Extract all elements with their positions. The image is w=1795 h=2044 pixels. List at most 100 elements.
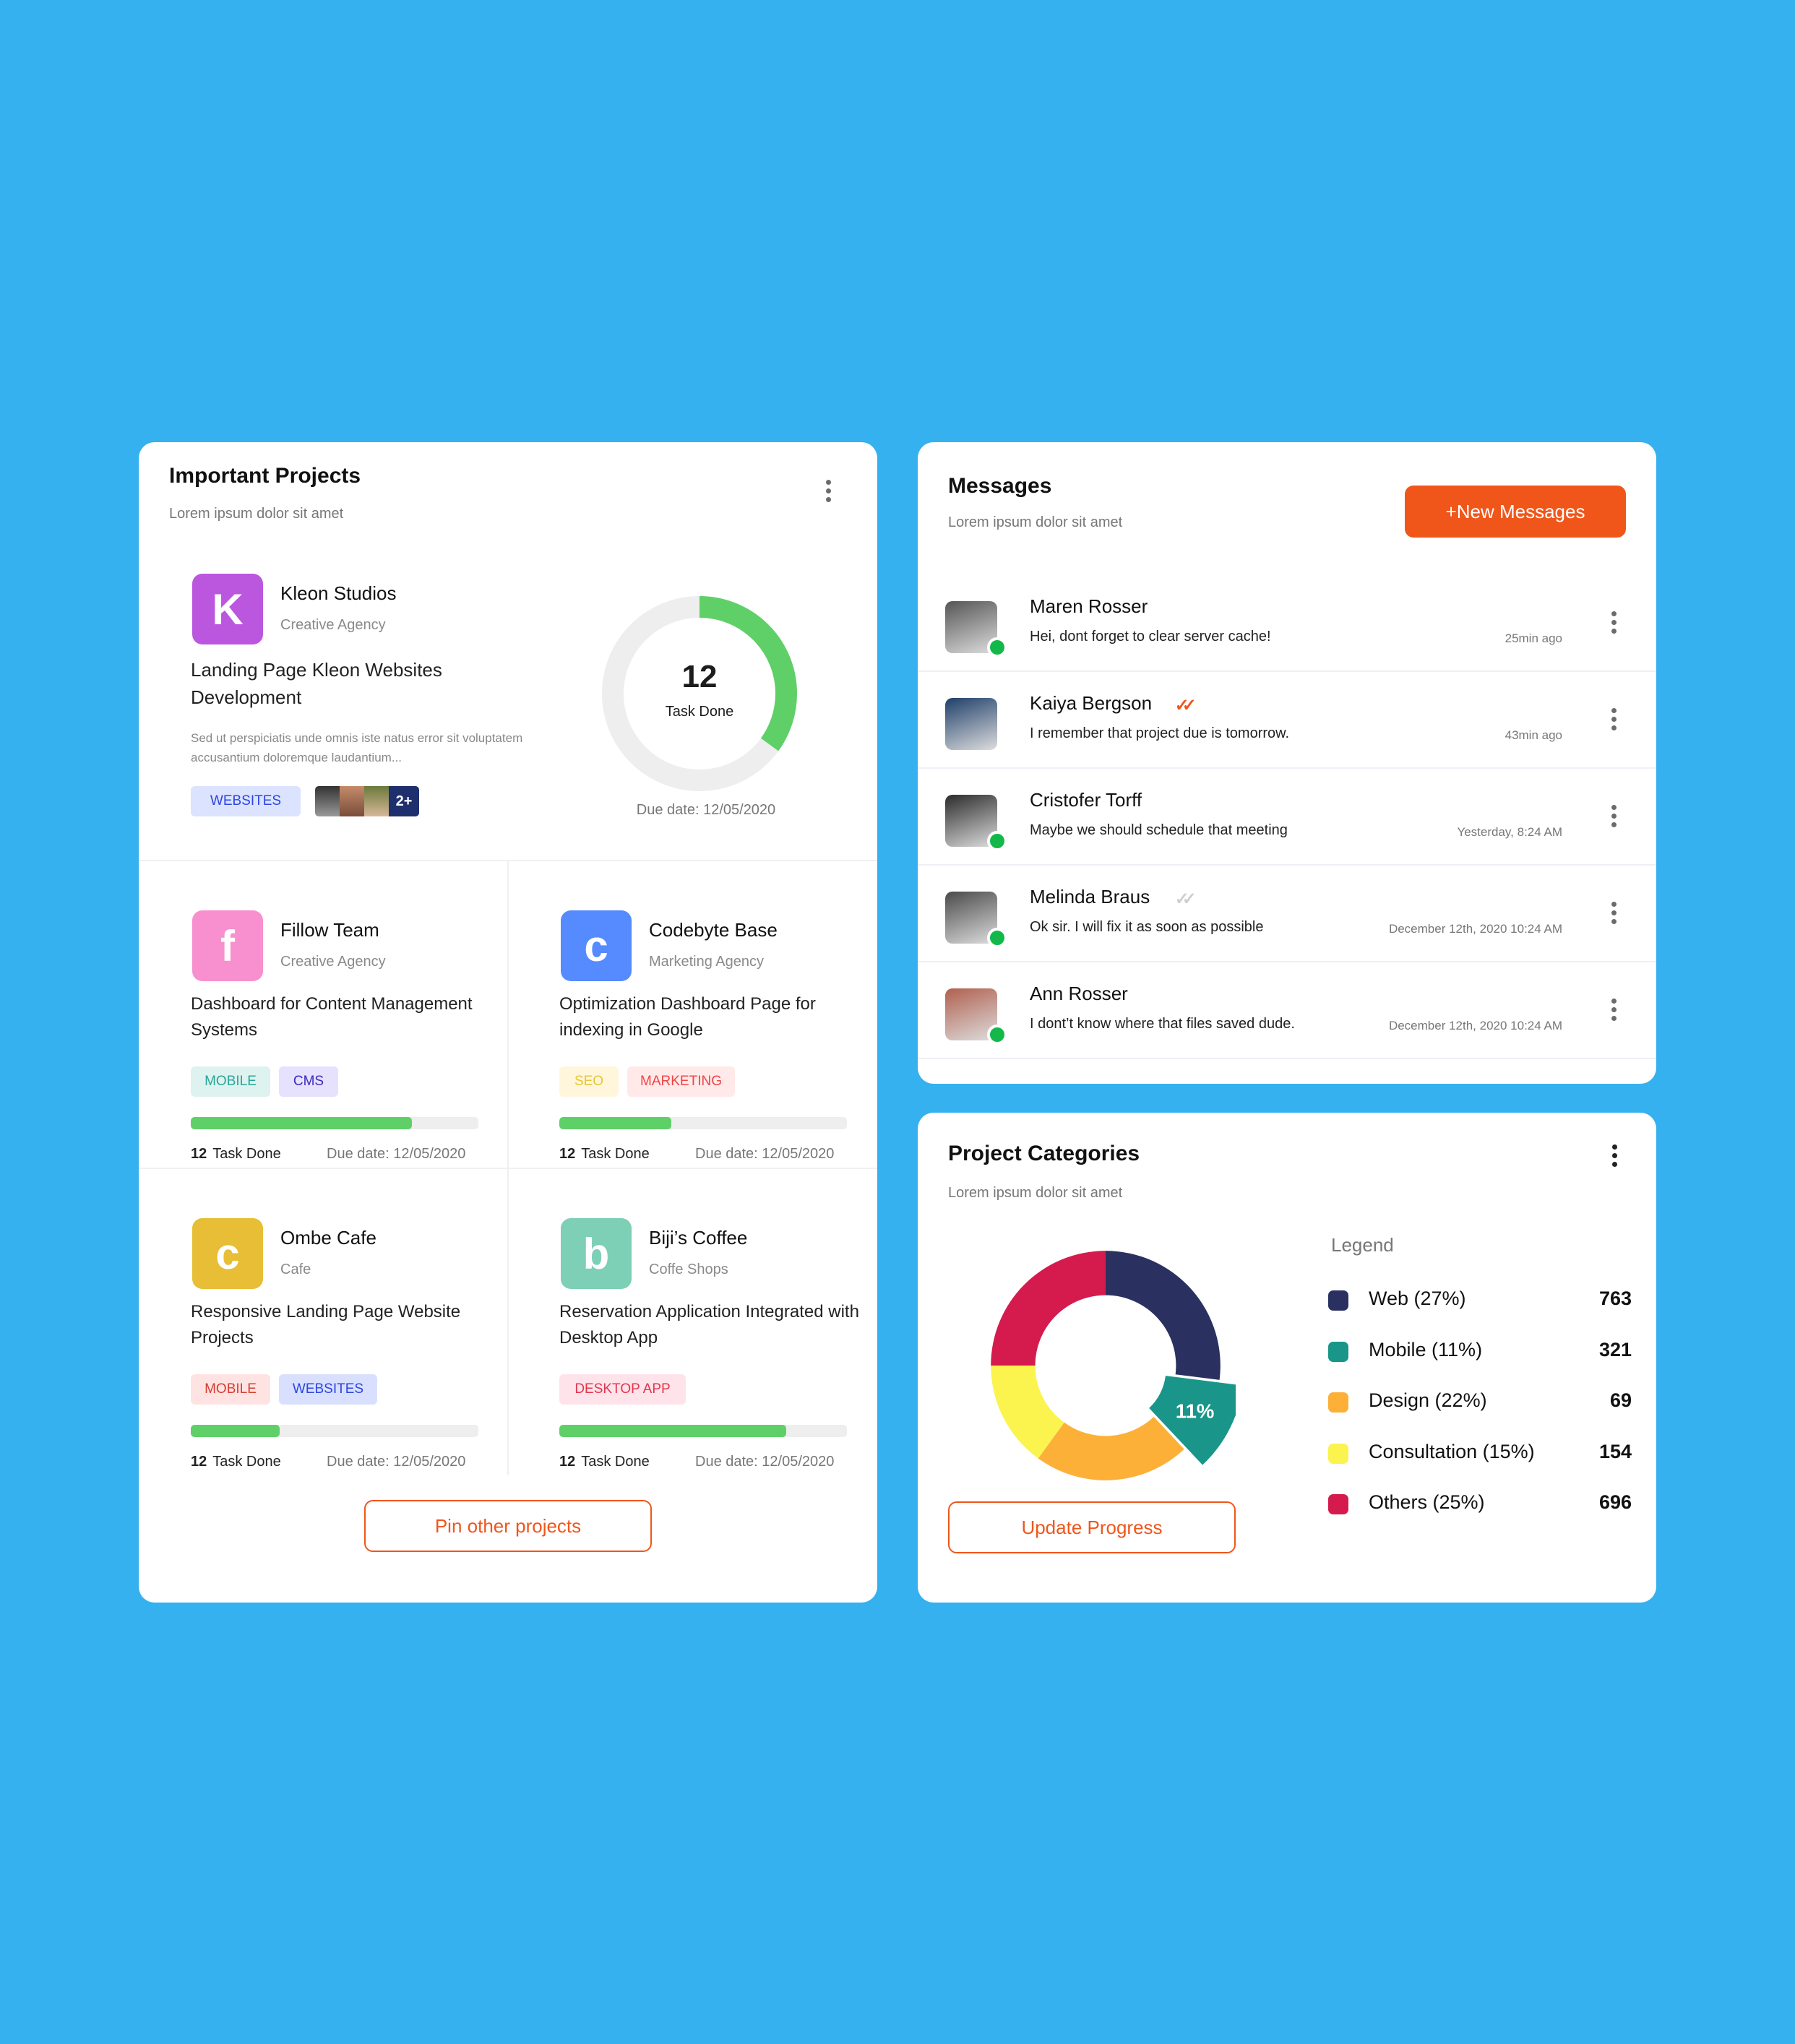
donut-slice-web[interactable] (1106, 1251, 1221, 1380)
update-progress-button[interactable]: Update Progress (948, 1501, 1236, 1553)
project-name: Kleon Studios (280, 582, 397, 604)
more-options-icon[interactable] (824, 480, 832, 509)
sender-name: Cristofer Torff (1030, 789, 1142, 811)
message-time: 25min ago (1505, 631, 1562, 645)
legend-label: Others (25%) (1369, 1491, 1485, 1513)
category-donut-chart: 11% (991, 1251, 1236, 1480)
message-item[interactable]: Maren Rosser Hei, dont forget to clear s… (918, 575, 1656, 672)
project-logo: b (561, 1218, 632, 1289)
legend-value: 763 (1598, 1288, 1632, 1309)
legend-swatch (1328, 1494, 1348, 1514)
important-projects-card: Important Projects Lorem ipsum dolor sit… (139, 442, 877, 1603)
tasks-done-count: 12 (559, 1146, 576, 1162)
project-category: Creative Agency (280, 617, 386, 633)
message-preview: Maybe we should schedule that meeting (1030, 822, 1288, 838)
project-category: Creative Agency (280, 954, 386, 970)
legend-item: Mobile (11%) 321 (1328, 1336, 1632, 1365)
legend-value: 696 (1598, 1491, 1632, 1513)
tasks-done-label: Task Done (581, 1146, 650, 1162)
message-preview: Hei, dont forget to clear server cache! (1030, 629, 1271, 644)
more-options-icon[interactable] (1610, 1144, 1619, 1173)
legend-swatch (1328, 1392, 1348, 1413)
project-name: Fillow Team (280, 919, 379, 941)
tag: WEBSITES (191, 786, 301, 816)
progress-bar (559, 1425, 847, 1437)
legend-value: 154 (1598, 1440, 1632, 1462)
online-status-indicator (987, 928, 1007, 948)
message-item[interactable]: Cristofer Torff Maybe we should schedule… (918, 769, 1656, 866)
more-options-icon[interactable] (1609, 805, 1618, 834)
sender-name: Melinda Braus (1030, 886, 1150, 907)
more-options-icon[interactable] (1609, 611, 1618, 640)
project-logo: K (192, 574, 263, 644)
new-messages-button[interactable]: +New Messages (1405, 486, 1626, 538)
read-receipt-icon: ✓✓ (1174, 696, 1197, 715)
legend-label: Web (27%) (1369, 1288, 1466, 1309)
tasks-done-count: 12 (191, 1454, 207, 1470)
card-subtitle: Lorem ipsum dolor sit amet (169, 506, 344, 522)
tasks-done-label: Task Done (665, 704, 734, 720)
legend-item: Others (25%) 696 (1328, 1488, 1632, 1517)
legend-item: Design (22%) 69 (1328, 1387, 1632, 1415)
project-category: Marketing Agency (649, 954, 764, 970)
tasks-done-count: 12 (559, 1454, 576, 1470)
highlight-label: 11% (1176, 1400, 1215, 1422)
project-name: Codebyte Base (649, 919, 778, 941)
due-date: Due date: 12/05/2020 (695, 1454, 835, 1470)
message-time: Yesterday, 8:24 AM (1457, 825, 1562, 839)
sender-name: Maren Rosser (1030, 595, 1148, 617)
project-title: Optimization Dashboard Page for indexing… (559, 994, 816, 1040)
message-item[interactable]: Kaiya Bergson ✓✓ I remember that project… (918, 672, 1656, 769)
more-options-icon[interactable] (1609, 999, 1618, 1027)
tag: DESKTOP APP (559, 1374, 686, 1405)
legend-value: 321 (1598, 1338, 1632, 1360)
legend-swatch (1328, 1290, 1348, 1311)
online-status-indicator (987, 831, 1007, 851)
project-title: Responsive Landing Page Website Projects (191, 1302, 461, 1347)
message-item[interactable]: Melinda Braus ✓✓ Ok sir. I will fix it a… (918, 866, 1656, 962)
legend-item: Consultation (15%) 154 (1328, 1438, 1632, 1467)
more-members-badge: 2+ (389, 786, 419, 816)
avatar (945, 698, 997, 750)
online-status-indicator (987, 1025, 1007, 1045)
legend-swatch (1328, 1341, 1348, 1362)
sent-receipt-icon: ✓✓ (1174, 889, 1197, 909)
project-logo: c (192, 1218, 263, 1289)
card-subtitle: Lorem ipsum dolor sit amet (948, 514, 1123, 530)
message-preview: I remember that project due is tomorrow. (1030, 725, 1290, 741)
tasks-done-count: 12 (681, 659, 718, 694)
tag: MOBILE (191, 1374, 270, 1405)
pin-other-projects-button[interactable]: Pin other projects (364, 1500, 652, 1552)
more-options-icon[interactable] (1609, 708, 1618, 737)
online-status-indicator (987, 637, 1007, 657)
tasks-done: 12 Task Done (559, 1454, 650, 1470)
message-item[interactable]: Ann Rosser I dont’t know where that file… (918, 962, 1656, 1059)
project-categories-card: Project Categories Lorem ipsum dolor sit… (918, 1113, 1656, 1603)
progress-fill (559, 1425, 787, 1437)
more-options-icon[interactable] (1609, 902, 1618, 931)
message-time: December 12th, 2020 10:24 AM (1388, 922, 1562, 936)
project-title: Dashboard for Content Management Systems (191, 994, 473, 1040)
project-name: Ombe Cafe (280, 1227, 376, 1249)
message-time: 43min ago (1505, 728, 1562, 742)
tag: MOBILE (191, 1066, 270, 1097)
legend-value: 69 (1609, 1389, 1632, 1411)
donut-slice-others[interactable] (991, 1251, 1106, 1366)
legend-swatch (1328, 1443, 1348, 1464)
progress-fill (559, 1117, 672, 1129)
avatar (315, 786, 340, 816)
project-description: Sed ut perspiciatis unde omnis iste natu… (191, 731, 523, 764)
tag: WEBSITES (279, 1374, 377, 1405)
project-category: Cafe (280, 1262, 311, 1277)
legend-item: Web (27%) 763 (1328, 1285, 1632, 1314)
project-title: Landing Page Kleon Websites Development (191, 659, 442, 708)
due-date: Due date: 12/05/2020 (327, 1146, 466, 1162)
message-preview: Ok sir. I will fix it as soon as possibl… (1030, 919, 1264, 935)
progress-bar (191, 1117, 478, 1129)
tasks-done: 12 Task Done (191, 1146, 281, 1163)
member-avatars[interactable]: 2+ (315, 786, 419, 816)
legend-label: Consultation (15%) (1369, 1440, 1535, 1462)
tag: CMS (279, 1066, 338, 1097)
messages-card: Messages Lorem ipsum dolor sit amet +New… (918, 442, 1656, 1084)
avatar (364, 786, 389, 816)
